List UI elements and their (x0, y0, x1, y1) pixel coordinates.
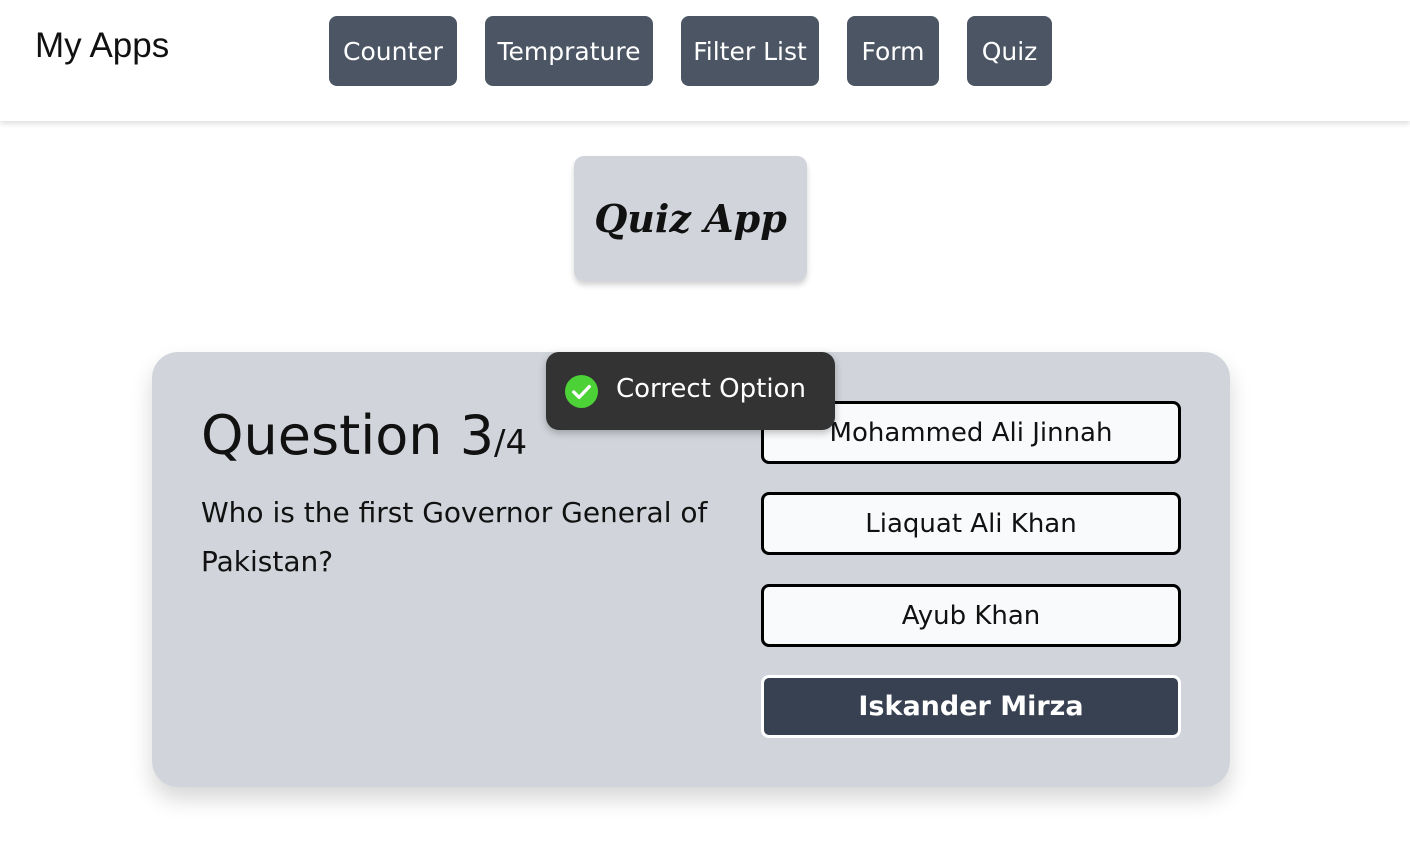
answer-option-2[interactable]: Liaquat Ali Khan (761, 492, 1181, 555)
check-circle-icon (564, 374, 599, 409)
question-heading: Question 3/4 (201, 404, 527, 467)
nav-link-form[interactable]: Form (847, 16, 939, 86)
brand-logo[interactable]: My Apps (35, 26, 169, 66)
navbar: My Apps Counter Temprature Filter List F… (0, 0, 1410, 121)
app-title-card: Quiz App (574, 156, 807, 281)
question-text: Who is the first Governor General of Pak… (201, 496, 708, 578)
toast-notification: Correct Option (546, 352, 835, 430)
nav-link-counter[interactable]: Counter (329, 16, 457, 86)
answer-option-4-selected[interactable]: Iskander Mirza (761, 675, 1181, 738)
nav-link-filter-list[interactable]: Filter List (681, 16, 819, 86)
toast-message: Correct Option (616, 374, 806, 404)
app-title: Quiz App (594, 196, 787, 241)
nav-link-quiz[interactable]: Quiz (967, 16, 1052, 86)
question-total: /4 (494, 423, 528, 463)
nav-link-temprature[interactable]: Temprature (485, 16, 653, 86)
answer-option-3[interactable]: Ayub Khan (761, 584, 1181, 647)
question-number: Question 3 (201, 404, 495, 467)
